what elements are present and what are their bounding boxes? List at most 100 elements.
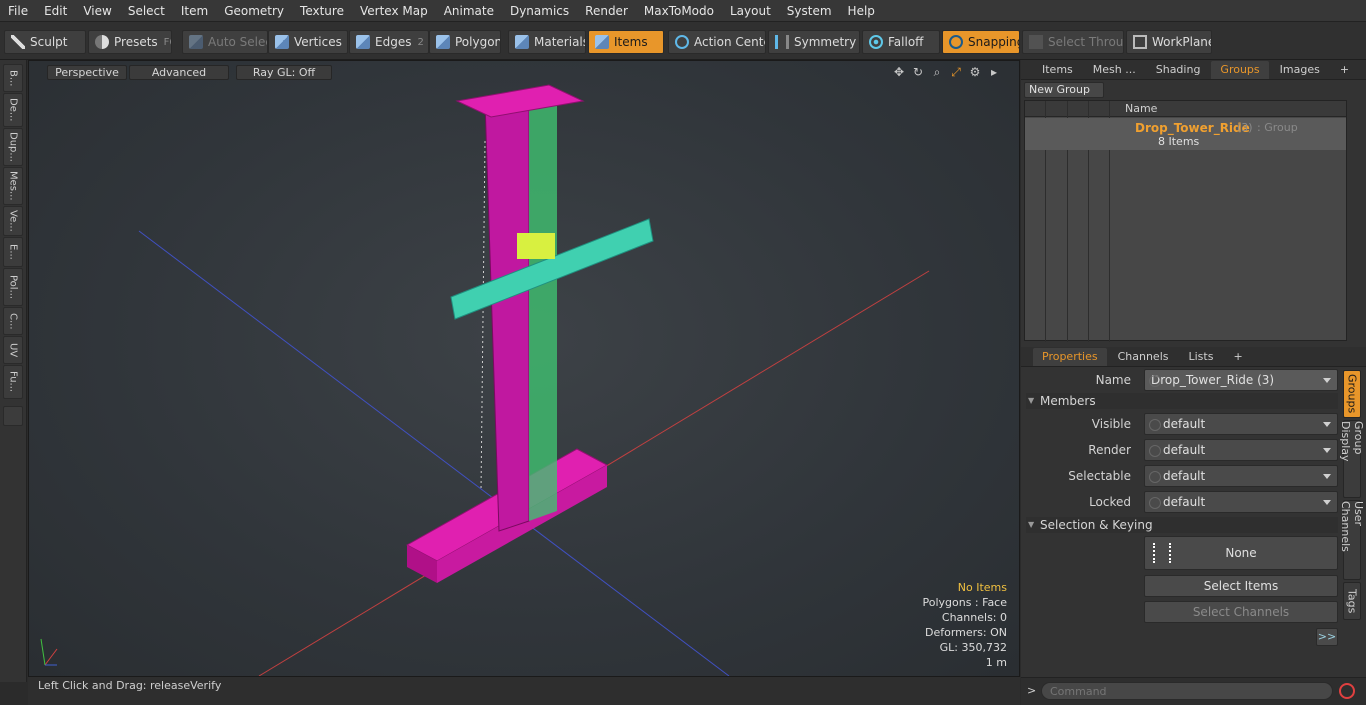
tab-lists[interactable]: Lists bbox=[1180, 348, 1223, 366]
menu-item[interactable]: Item bbox=[173, 0, 216, 22]
items-label: Items bbox=[614, 35, 648, 49]
left-tab-uv[interactable]: UV bbox=[3, 336, 23, 364]
stat-selection: No Items bbox=[957, 581, 1007, 594]
tab-images[interactable]: Images bbox=[1271, 61, 1329, 79]
tower-ladder bbox=[480, 140, 486, 492]
command-input[interactable] bbox=[1041, 682, 1333, 700]
left-tab-basic[interactable]: B... bbox=[3, 64, 23, 92]
edges-icon bbox=[356, 35, 370, 49]
more-button[interactable]: >> bbox=[1316, 628, 1338, 646]
left-tab-fusion[interactable]: Fu... bbox=[3, 365, 23, 399]
left-tab-extra[interactable] bbox=[3, 406, 23, 426]
menu-help[interactable]: Help bbox=[840, 0, 883, 22]
render-label: Render bbox=[1088, 443, 1131, 457]
auto-select-icon bbox=[189, 35, 203, 49]
menu-view[interactable]: View bbox=[75, 0, 119, 22]
menu-dynamics[interactable]: Dynamics bbox=[502, 0, 577, 22]
menu-maxtomodo[interactable]: MaxToModo bbox=[636, 0, 722, 22]
settings-gear-icon[interactable]: ⚙ bbox=[968, 65, 982, 79]
side-tab-tags[interactable]: Tags bbox=[1343, 582, 1361, 620]
menu-vertex-map[interactable]: Vertex Map bbox=[352, 0, 436, 22]
presets-button[interactable]: Presets F6 bbox=[88, 30, 172, 54]
main-toolbar: Sculpt Presets F6 Auto Select Vertices1 E… bbox=[0, 22, 1366, 60]
menu-layout[interactable]: Layout bbox=[722, 0, 779, 22]
select-through-button[interactable]: Select Through bbox=[1022, 30, 1124, 54]
menu-animate[interactable]: Animate bbox=[436, 0, 502, 22]
left-tab-edge[interactable]: E... bbox=[3, 237, 23, 267]
vertices-button[interactable]: Vertices1 bbox=[268, 30, 348, 54]
tab-channels[interactable]: Channels bbox=[1109, 348, 1178, 366]
action-center-button[interactable]: Action Center bbox=[668, 30, 766, 54]
zoom-icon[interactable]: ⌕ bbox=[930, 65, 944, 79]
side-tab-group-display[interactable]: Group Display bbox=[1339, 420, 1365, 498]
status-hint: Left Click and Drag: releaseVerify bbox=[38, 679, 222, 692]
shading-mode-button[interactable]: Advanced bbox=[129, 65, 229, 80]
presets-icon bbox=[95, 35, 109, 49]
auto-select-button[interactable]: Auto Select bbox=[182, 30, 268, 54]
selectable-label: Selectable bbox=[1068, 469, 1131, 483]
new-group-button[interactable]: New Group bbox=[1024, 82, 1104, 98]
add-properties-tab-icon[interactable]: + bbox=[1224, 348, 1251, 366]
none-button[interactable]: None bbox=[1144, 536, 1338, 570]
members-section[interactable]: Members bbox=[1026, 393, 1338, 409]
record-icon[interactable] bbox=[1339, 683, 1355, 699]
tab-groups[interactable]: Groups bbox=[1211, 60, 1269, 79]
edges-shortcut: 2 bbox=[417, 36, 424, 48]
name-field[interactable]: Drop_Tower_Ride (3) bbox=[1144, 369, 1338, 391]
workplane-button[interactable]: WorkPlane bbox=[1126, 30, 1212, 54]
polygons-icon bbox=[436, 35, 450, 49]
symmetry-button[interactable]: Symmetry bbox=[768, 30, 860, 54]
menu-geometry[interactable]: Geometry bbox=[216, 0, 292, 22]
pan-icon[interactable]: ✥ bbox=[892, 65, 906, 79]
snapping-label: Snapping bbox=[968, 35, 1020, 49]
raygl-button[interactable]: Ray GL: Off bbox=[236, 65, 332, 80]
edges-button[interactable]: Edges 2 bbox=[349, 30, 429, 54]
tab-items[interactable]: Items bbox=[1033, 61, 1082, 79]
rotate-icon[interactable]: ↻ bbox=[911, 65, 925, 79]
items-icon bbox=[595, 35, 609, 49]
sculpt-button[interactable]: Sculpt bbox=[4, 30, 86, 54]
selectable-dropdown[interactable]: default bbox=[1144, 465, 1338, 487]
visible-dropdown[interactable]: default bbox=[1144, 413, 1338, 435]
side-tab-user-channels[interactable]: User Channels bbox=[1339, 500, 1365, 580]
items-button[interactable]: Items bbox=[588, 30, 664, 54]
left-tab-curve[interactable]: C... bbox=[3, 307, 23, 335]
menu-file[interactable]: File bbox=[0, 0, 36, 22]
render-dropdown[interactable]: default bbox=[1144, 439, 1338, 461]
workplane-icon bbox=[1133, 35, 1147, 49]
groups-tab-row: Items Mesh ... Shading Groups Images + bbox=[1021, 60, 1366, 80]
group-row[interactable]: Drop_Tower_Ride (3) : Group 8 Items bbox=[1025, 118, 1346, 150]
snapping-button[interactable]: Snapping bbox=[942, 30, 1020, 54]
view-perspective-button[interactable]: Perspective bbox=[47, 65, 127, 80]
menu-system[interactable]: System bbox=[779, 0, 840, 22]
menu-select[interactable]: Select bbox=[120, 0, 173, 22]
tab-properties[interactable]: Properties bbox=[1033, 347, 1107, 366]
column-name-header: Name bbox=[1125, 102, 1158, 115]
3d-viewport[interactable]: Perspective Advanced Ray GL: Off ✥ ↻ ⌕ ⤢… bbox=[28, 60, 1020, 677]
tab-shading[interactable]: Shading bbox=[1147, 61, 1210, 79]
menu-texture[interactable]: Texture bbox=[292, 0, 352, 22]
vertices-label: Vertices bbox=[294, 35, 342, 49]
select-items-button[interactable]: Select Items bbox=[1144, 575, 1338, 597]
tab-mesh[interactable]: Mesh ... bbox=[1084, 61, 1145, 79]
menu-render[interactable]: Render bbox=[577, 0, 636, 22]
left-tab-duplicate[interactable]: Dup... bbox=[3, 128, 23, 166]
more-arrow-icon[interactable]: ▸ bbox=[987, 65, 1001, 79]
left-tab-vertex[interactable]: Ve... bbox=[3, 206, 23, 236]
polygons-button[interactable]: Polygons bbox=[429, 30, 501, 54]
menu-edit[interactable]: Edit bbox=[36, 0, 75, 22]
gizmo-y bbox=[40, 638, 46, 666]
viewport-scene bbox=[40, 84, 930, 676]
side-tab-groups[interactable]: Groups bbox=[1343, 370, 1361, 418]
select-channels-button[interactable]: Select Channels bbox=[1144, 601, 1338, 623]
left-tab-deform[interactable]: De... bbox=[3, 93, 23, 127]
left-tab-polygon[interactable]: Pol... bbox=[3, 268, 23, 306]
add-tab-icon[interactable]: + bbox=[1331, 61, 1358, 79]
fit-icon[interactable]: ⤢ bbox=[949, 65, 963, 79]
selection-keying-section[interactable]: Selection & Keying bbox=[1026, 517, 1338, 533]
falloff-button[interactable]: Falloff bbox=[862, 30, 940, 54]
materials-button[interactable]: Materials bbox=[508, 30, 586, 54]
left-tab-mesh[interactable]: Mes... bbox=[3, 167, 23, 205]
locked-dropdown[interactable]: default bbox=[1144, 491, 1338, 513]
group-list[interactable]: Name Drop_Tower_Ride (3) : Group 8 Items bbox=[1024, 100, 1347, 342]
